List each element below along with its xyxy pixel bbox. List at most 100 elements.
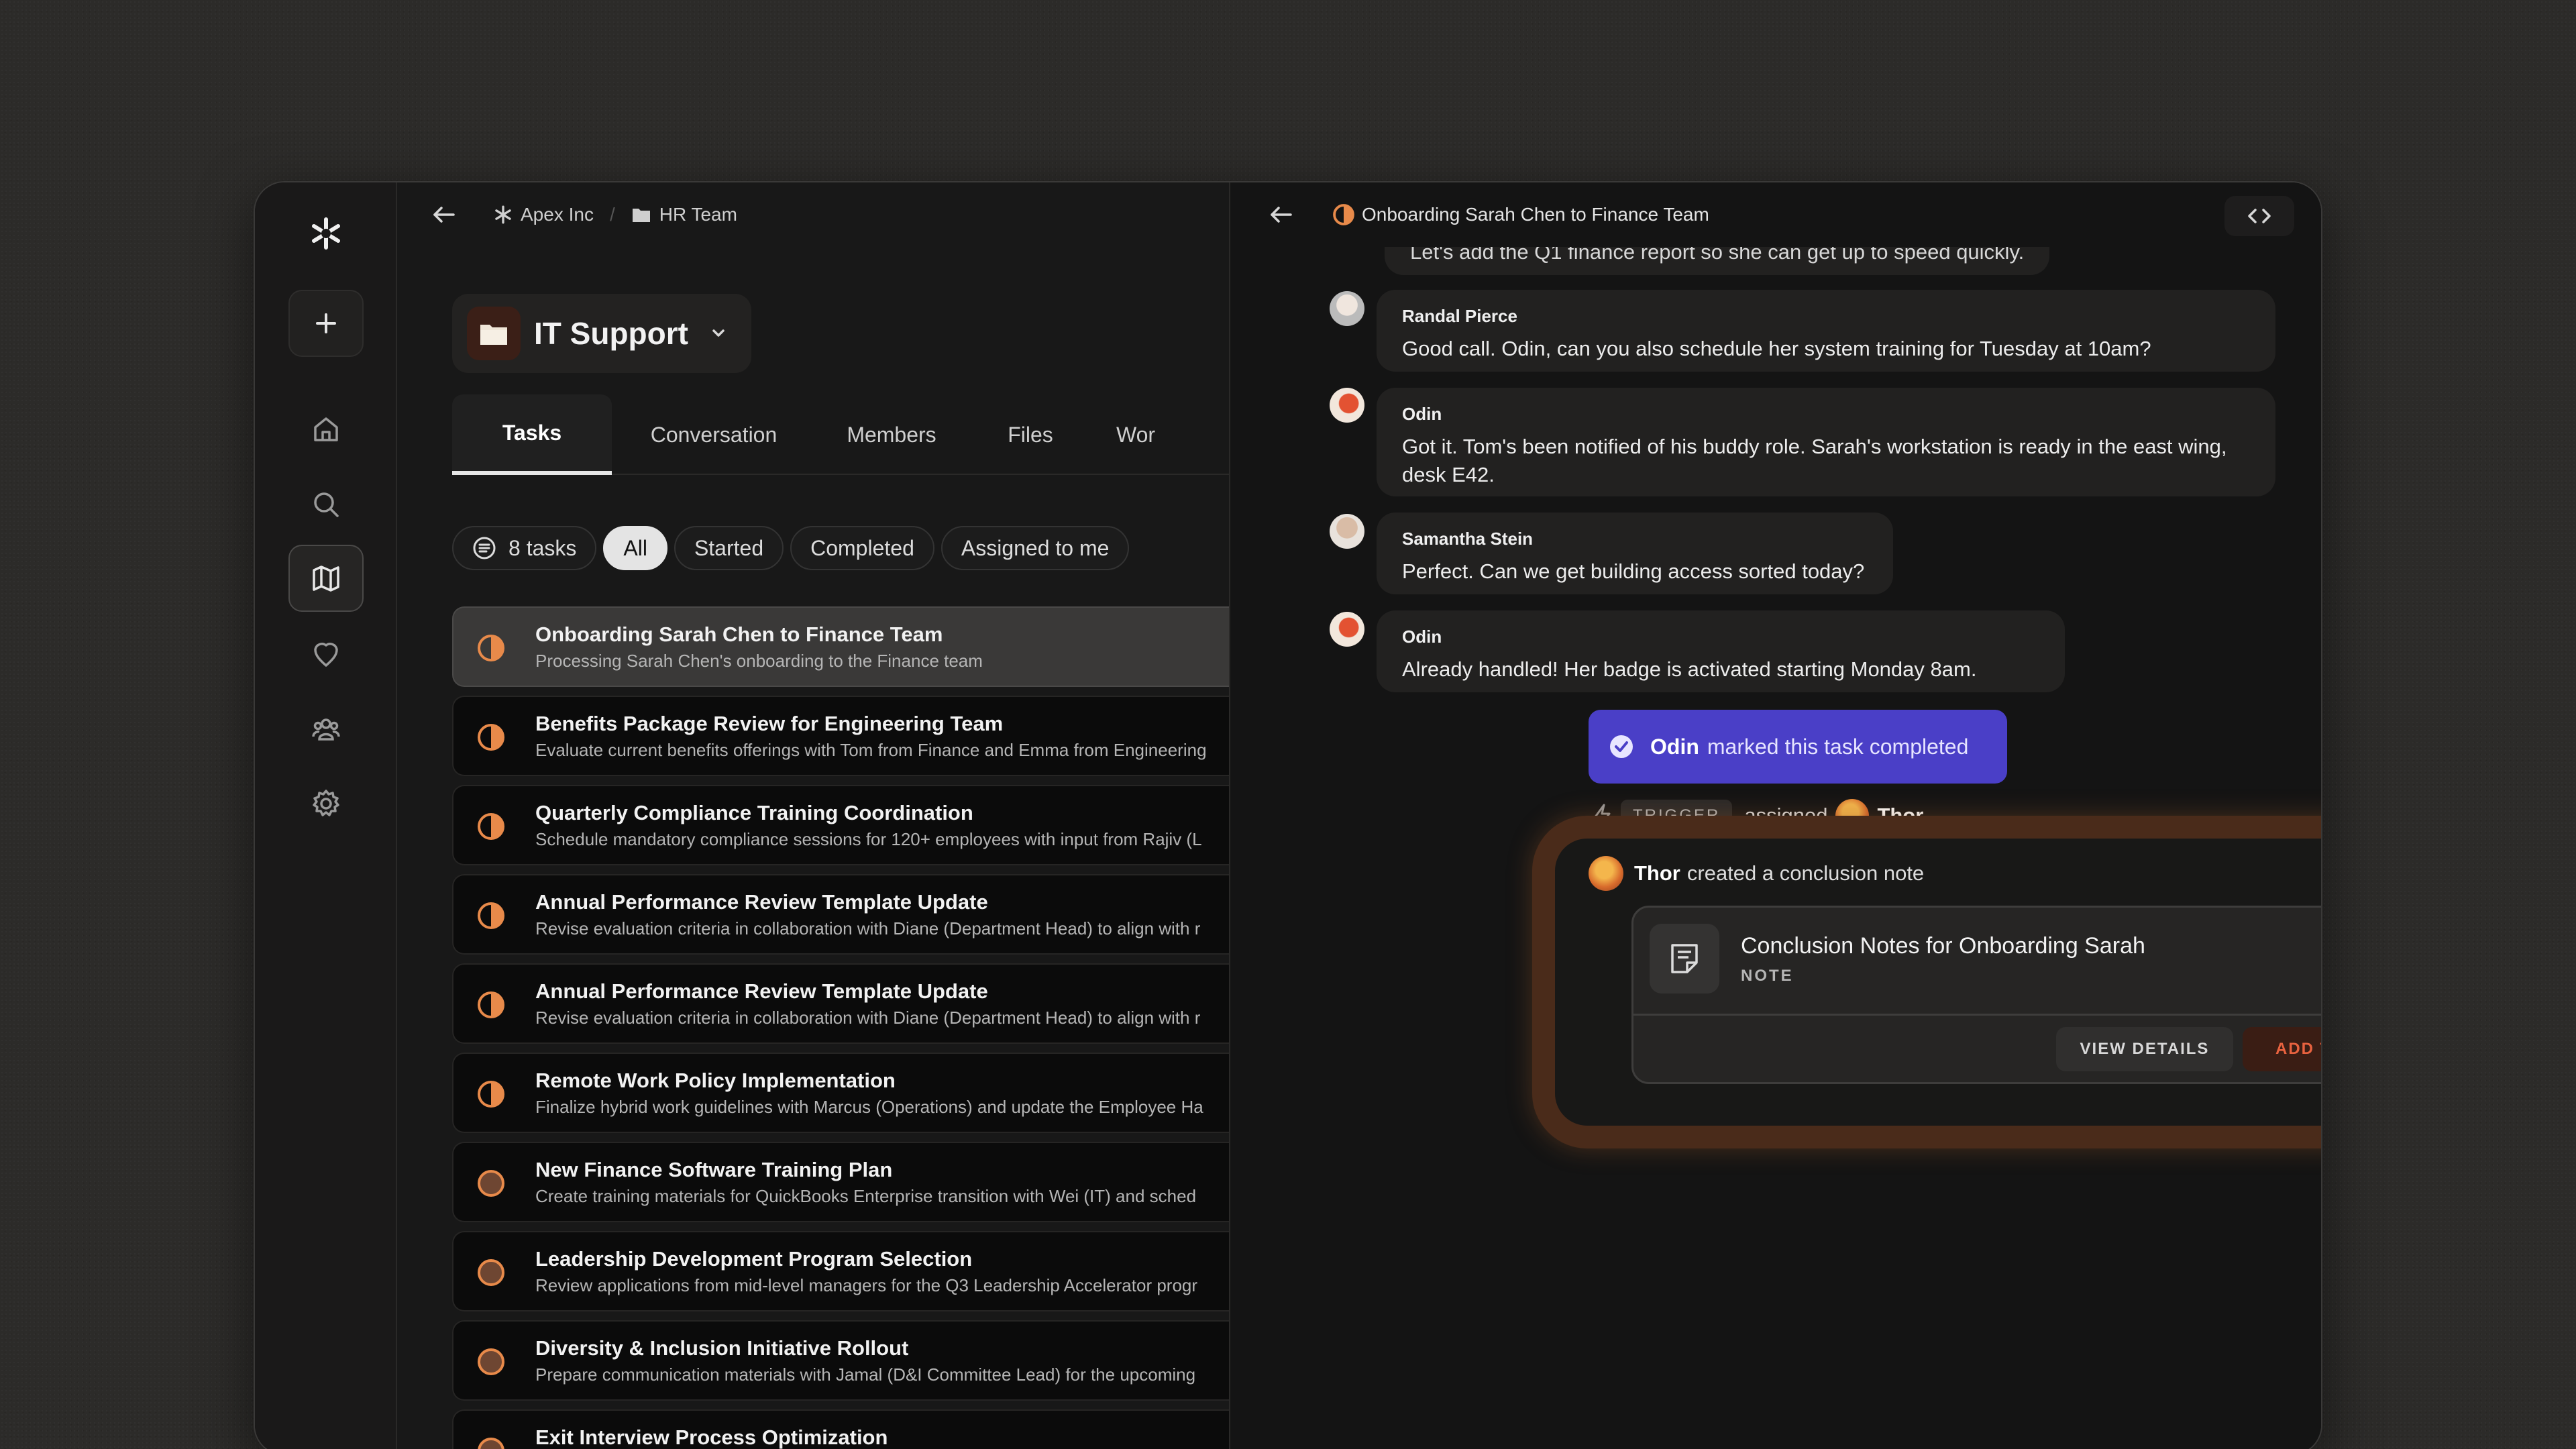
task-item[interactable]: New Finance Software Training Plan Creat…	[452, 1142, 1230, 1222]
task-count-chip[interactable]: 8 tasks	[452, 526, 597, 570]
add-to-library-button[interactable]: ADD TO LIBRARY	[2243, 1027, 2321, 1071]
nav-tag[interactable]	[288, 620, 364, 687]
plus-icon	[316, 313, 336, 333]
nav-search[interactable]	[288, 471, 364, 538]
task-item[interactable]: Annual Performance Review Template Updat…	[452, 874, 1230, 955]
note-title: Conclusion Notes for Onboarding Sarah	[1741, 933, 2145, 959]
task-subtitle: Revise evaluation criteria in collaborat…	[535, 1008, 1201, 1028]
nav-home[interactable]	[288, 396, 364, 463]
tab-files[interactable]: Files	[967, 394, 1093, 475]
team-selector[interactable]: IT Support	[452, 294, 751, 373]
completion-text: marked this task completed	[1707, 734, 1969, 759]
back-arrow-icon[interactable]	[431, 201, 458, 228]
task-title: Remote Work Policy Implementation	[535, 1069, 896, 1092]
breadcrumb-separator: /	[609, 204, 615, 225]
task-title: Quarterly Compliance Training Coordinati…	[535, 801, 973, 824]
pending-status-icon	[478, 1348, 504, 1375]
avatar	[1330, 514, 1364, 549]
code-toggle-button[interactable]	[2224, 196, 2294, 236]
map-icon	[313, 566, 339, 592]
task-title: Leadership Development Program Selection	[535, 1247, 973, 1271]
half-circle-status-icon	[478, 635, 504, 661]
task-title: Exit Interview Process Optimization	[535, 1426, 888, 1449]
note-card[interactable]: Conclusion Notes for Onboarding Sarah NO…	[1631, 906, 2321, 1084]
note-created-event: Thor created a conclusion note	[1589, 853, 1924, 894]
task-title: Benefits Package Review for Engineering …	[535, 712, 1004, 735]
nav-rail	[255, 182, 397, 1449]
tab-bar: Tasks Conversation Members Files Wor	[452, 394, 1229, 475]
task-item[interactable]: Onboarding Sarah Chen to Finance Team Pr…	[452, 606, 1230, 687]
check-circle-icon	[1610, 735, 1633, 758]
sender-name: Odin	[1402, 627, 1442, 647]
note-type: NOTE	[1741, 967, 1794, 985]
new-button[interactable]	[288, 290, 364, 357]
sender-name: Odin	[1402, 404, 1442, 424]
breadcrumb-org[interactable]: Apex Inc	[494, 204, 594, 225]
tag-icon	[314, 643, 338, 667]
detail-title: Onboarding Sarah Chen to Finance Team	[1362, 204, 1709, 225]
task-list: Onboarding Sarah Chen to Finance Team Pr…	[452, 606, 1230, 1449]
half-circle-status-icon	[478, 813, 504, 840]
apex-logo-icon	[495, 205, 511, 224]
chevron-down-icon	[712, 329, 724, 337]
team-name: IT Support	[534, 316, 688, 351]
tab-tasks[interactable]: Tasks	[452, 394, 612, 475]
message-bubble: Odin Got it. Tom's been notified of his …	[1377, 388, 2275, 496]
back-arrow-icon[interactable]	[1268, 201, 1295, 228]
filter-completed[interactable]: Completed	[790, 526, 934, 570]
folder-icon	[632, 209, 650, 222]
breadcrumb-org-label: Apex Inc	[521, 204, 594, 225]
task-subtitle: Review applications from mid-level manag…	[535, 1275, 1198, 1295]
task-item[interactable]: Annual Performance Review Template Updat…	[452, 963, 1230, 1044]
odin-avatar	[1330, 388, 1364, 423]
nav-map[interactable]	[288, 545, 364, 612]
task-item[interactable]: Quarterly Compliance Training Coordinati…	[452, 785, 1230, 865]
task-subtitle: Schedule mandatory compliance sessions f…	[535, 829, 1202, 849]
note-event-text: created a conclusion note	[1686, 861, 1925, 885]
note-divider	[1633, 1014, 2321, 1016]
task-title: Diversity & Inclusion Initiative Rollout	[535, 1336, 909, 1360]
tab-work[interactable]: Wor	[1116, 394, 1170, 475]
task-detail-pane: Let's add the Q1 finance report so she c…	[1229, 182, 2321, 1449]
task-subtitle: Revise evaluation criteria in collaborat…	[535, 918, 1201, 938]
task-title: New Finance Software Training Plan	[535, 1158, 893, 1181]
code-chevrons-icon	[2248, 209, 2271, 223]
note-actor: Thor	[1634, 861, 1680, 885]
message-text: Perfect. Can we get building access sort…	[1402, 559, 1865, 583]
view-details-button[interactable]: VIEW DETAILS	[2056, 1027, 2233, 1071]
task-filters: 8 tasks All Started Completed Assigned t…	[452, 526, 1130, 570]
search-icon	[314, 492, 339, 517]
thor-avatar	[1589, 856, 1623, 891]
task-item[interactable]: Exit Interview Process Optimization	[452, 1409, 1230, 1449]
task-item[interactable]: Remote Work Policy Implementation Finali…	[452, 1053, 1230, 1133]
filter-assigned[interactable]: Assigned to me	[941, 526, 1130, 570]
message-bubble: Samantha Stein Perfect. Can we get build…	[1377, 513, 1893, 594]
task-item[interactable]: Diversity & Inclusion Initiative Rollout…	[452, 1320, 1230, 1401]
pending-status-icon	[478, 1438, 504, 1449]
odin-avatar	[1330, 612, 1364, 647]
task-title: Annual Performance Review Template Updat…	[535, 890, 988, 914]
pending-status-icon	[478, 1170, 504, 1197]
filter-started[interactable]: Started	[674, 526, 784, 570]
task-item[interactable]: Leadership Development Program Selection…	[452, 1231, 1230, 1311]
breadcrumb: Apex Inc / HR Team	[397, 182, 1229, 247]
gear-icon	[313, 790, 339, 816]
sender-name: Samantha Stein	[1402, 529, 1534, 549]
task-subtitle: Evaluate current benefits offerings with…	[535, 740, 1207, 760]
task-item[interactable]: Benefits Package Review for Engineering …	[452, 696, 1230, 776]
nav-settings[interactable]	[288, 770, 364, 837]
message-text: Got it. Tom's been notified of his buddy…	[1402, 435, 2227, 486]
app-window: Apex Inc / HR Team IT Support Tasks Conv…	[254, 181, 2322, 1449]
breadcrumb-team[interactable]: HR Team	[631, 204, 737, 225]
team-folder-icon	[467, 307, 521, 360]
nav-team[interactable]	[288, 695, 364, 762]
filter-all[interactable]: All	[603, 526, 667, 570]
partial-message-text: Let's add the Q1 finance report so she c…	[1385, 247, 2050, 275]
users-icon	[312, 718, 340, 741]
task-subtitle: Finalize hybrid work guidelines with Mar…	[535, 1097, 1203, 1117]
tab-members[interactable]: Members	[816, 394, 967, 475]
app-logo-icon[interactable]	[302, 209, 350, 258]
task-count: 8 tasks	[508, 535, 577, 560]
tab-conversation[interactable]: Conversation	[612, 394, 816, 475]
half-circle-status-icon	[478, 724, 504, 751]
